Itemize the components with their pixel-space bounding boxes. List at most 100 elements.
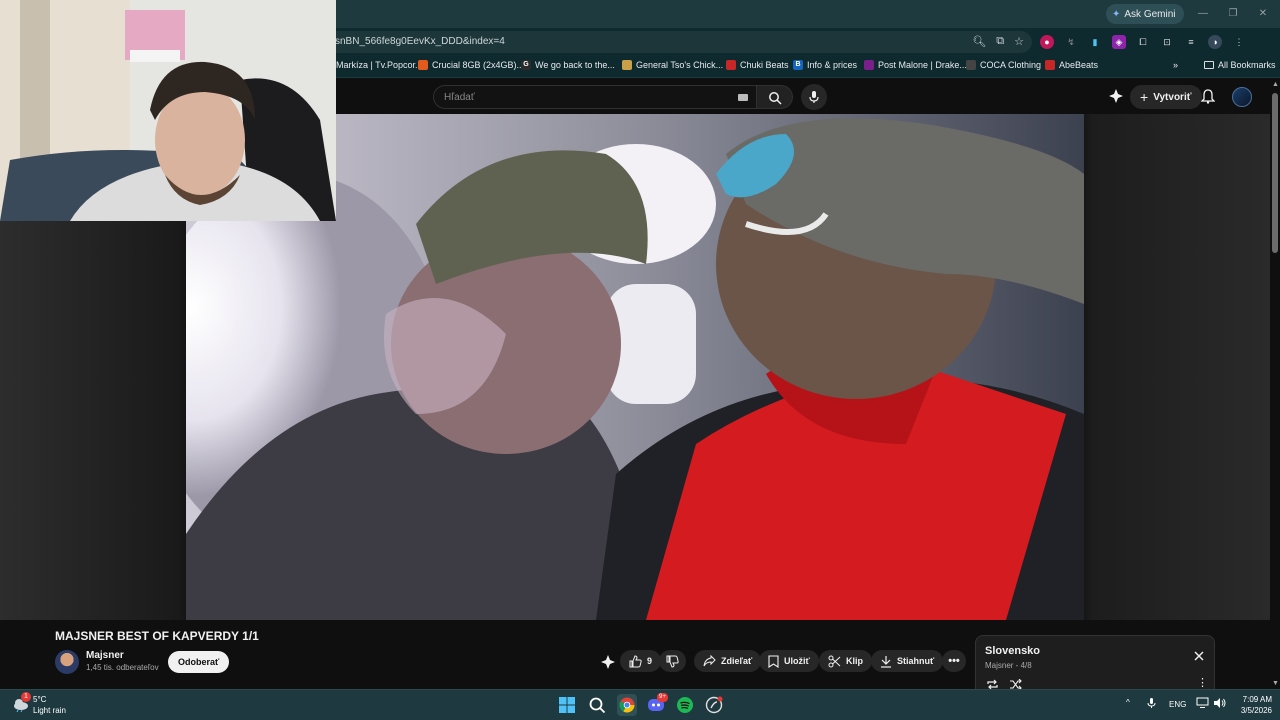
channel-avatar[interactable] <box>55 650 79 674</box>
more-bookmarks-icon[interactable]: » <box>1173 60 1178 70</box>
bookmark-item[interactable]: B Info & prices <box>793 60 857 70</box>
close-window-icon[interactable]: ✕ <box>1248 0 1278 28</box>
clock-date: 3/5/2026 <box>1240 706 1272 715</box>
extensions-puzzle-icon[interactable]: ⧠ <box>1136 35 1150 49</box>
account-avatar[interactable] <box>1232 87 1252 107</box>
bookmark-item[interactable]: Chuki Beats <box>726 60 789 70</box>
reading-list-icon[interactable]: ≡ <box>1184 35 1198 49</box>
extension-icon[interactable]: ↯ <box>1064 35 1078 49</box>
page-scrollbar[interactable]: ▲ ▼ <box>1270 79 1280 689</box>
system-clock[interactable]: 7:09 AM 3/5/2026 <box>1232 694 1272 716</box>
save-button[interactable]: Uložiť <box>759 650 819 672</box>
bookmark-label: Info & prices <box>807 60 858 70</box>
ask-gemini-label: Ask Gemini <box>1124 8 1176 20</box>
bookmark-label: Post Malone | Drake... <box>878 60 967 70</box>
search-placeholder: Hľadať <box>444 92 475 103</box>
like-button[interactable]: 9 <box>620 650 662 672</box>
minimize-icon[interactable]: — <box>1188 0 1218 28</box>
microphone-icon <box>809 91 819 103</box>
microphone-tray-icon[interactable] <box>1147 697 1156 711</box>
tab-search-icon[interactable]: ⊡ <box>1160 35 1174 49</box>
bookmark-label: Chuki Beats <box>740 60 789 70</box>
language-indicator[interactable]: ENG <box>1169 700 1186 709</box>
bookmark-label: General Tso's Chick... <box>636 60 724 70</box>
profile-avatar-icon[interactable]: ◑ <box>1208 35 1222 49</box>
address-bar-icons: 🔍︎ ⧉ ☆ <box>972 35 1024 48</box>
webcam-overlay <box>0 0 336 221</box>
bookmark-star-icon[interactable]: ☆ <box>1014 35 1024 48</box>
notifications-bell-icon[interactable] <box>1200 89 1216 109</box>
bookmark-item[interactable]: COCA Clothing <box>966 60 1041 70</box>
bookmark-label: We go back to the... <box>535 60 615 70</box>
playlist-menu-icon[interactable]: ⋮ <box>1197 676 1208 689</box>
bookmark-item[interactable]: G We go back to the... <box>521 60 615 70</box>
discord-badge: 9+ <box>657 693 668 702</box>
ai-sparkle-icon[interactable] <box>601 655 615 674</box>
playlist-title: Slovensko <box>985 645 1041 657</box>
download-icon <box>881 655 891 668</box>
bookmark-item[interactable]: Post Malone | Drake... <box>864 60 967 70</box>
url-text: ysnBN_566fe8g0EevKx_DDD&index=4 <box>330 36 505 47</box>
search-button[interactable] <box>757 85 793 109</box>
scroll-up-icon[interactable]: ▲ <box>1272 81 1279 88</box>
keyboard-icon[interactable] <box>738 94 748 101</box>
spotify-icon[interactable] <box>676 696 694 714</box>
network-icon[interactable] <box>1196 697 1209 711</box>
extension-icon[interactable]: ● <box>1040 35 1054 49</box>
bookmark-favicon-icon: B <box>793 60 803 70</box>
extension-icon[interactable]: ▮ <box>1088 35 1102 49</box>
webcam-image <box>0 0 336 221</box>
bookmark-item[interactable]: Crucial 8GB (2x4GB)... <box>418 60 524 70</box>
windows-taskbar: 1 5°C Light rain 9+ ^ ENG 7:09 AM 3/5/20… <box>0 689 1280 720</box>
address-bar[interactable]: ysnBN_566fe8g0EevKx_DDD&index=4 🔍︎ ⧉ ☆ <box>320 31 1032 53</box>
menu-kebab-icon[interactable]: ⋮ <box>1232 35 1246 49</box>
create-button[interactable]: + Vytvoriť <box>1130 85 1202 109</box>
folder-icon <box>1204 61 1214 69</box>
close-icon[interactable] <box>1194 648 1204 666</box>
search-input[interactable]: Hľadať <box>433 85 757 109</box>
extensions-bar: ● ↯ ▮ ◈ ⧠ ⊡ ≡ ◑ ⋮ <box>1040 35 1246 49</box>
taskbar-search-icon[interactable] <box>588 696 606 714</box>
share-label: Zdieľať <box>721 656 753 666</box>
thumbs-up-icon <box>629 654 642 667</box>
more-actions-button[interactable]: ••• <box>942 650 966 672</box>
extension-icon[interactable]: ◈ <box>1112 35 1126 49</box>
scroll-down-icon[interactable]: ▼ <box>1272 680 1279 687</box>
playlist-panel[interactable]: Slovensko Majsner - 4/8 ⋮ <box>975 635 1215 695</box>
voice-search-button[interactable] <box>801 84 827 110</box>
share-button[interactable]: Zdieľať <box>694 650 762 672</box>
subscribe-button[interactable]: Odoberať <box>168 651 230 673</box>
screen: ✦ Ask Gemini — ❐ ✕ ysnBN_566fe8g0EevKx_D… <box>0 0 1280 720</box>
bookmark-label: COCA Clothing <box>980 60 1042 70</box>
like-count: 9 <box>647 656 653 666</box>
chrome-icon <box>619 697 635 713</box>
dislike-button[interactable] <box>659 650 686 672</box>
ask-gemini-button[interactable]: ✦ Ask Gemini <box>1106 4 1184 24</box>
bookmark-item[interactable]: AbeBeats <box>1045 60 1098 70</box>
bookmark-favicon-icon <box>622 60 632 70</box>
search-icon <box>769 92 782 105</box>
google-icon: G <box>521 60 531 70</box>
ai-sparkle-icon[interactable] <box>1109 89 1123 108</box>
app-icon[interactable] <box>705 696 723 714</box>
zoom-icon[interactable]: 🔍︎ <box>972 35 986 48</box>
bookmark-favicon-icon <box>966 60 976 70</box>
share-icon <box>703 655 716 667</box>
scrollbar-thumb[interactable] <box>1272 93 1278 253</box>
chrome-taskbar-button[interactable] <box>617 694 637 716</box>
gemini-icon: ✦ <box>1112 8 1121 20</box>
channel-name[interactable]: Majsner <box>86 650 124 661</box>
all-bookmarks[interactable]: All Bookmarks <box>1204 60 1276 70</box>
bookmark-item[interactable]: Markíza | Tv.Popcor... <box>336 60 423 70</box>
video-title: MAJSNER BEST OF KAPVERDY 1/1 <box>55 629 259 643</box>
maximize-icon[interactable]: ❐ <box>1218 0 1248 28</box>
windows-start-icon[interactable] <box>558 696 576 714</box>
show-hidden-icons-icon[interactable]: ^ <box>1126 698 1130 707</box>
volume-icon[interactable] <box>1213 697 1226 711</box>
install-app-icon[interactable]: ⧉ <box>996 35 1004 48</box>
bookmark-item[interactable]: General Tso's Chick... <box>622 60 723 70</box>
clock-time: 7:09 AM <box>1242 695 1272 704</box>
download-button[interactable]: Stiahnuť <box>871 650 944 672</box>
clip-button[interactable]: Klip <box>819 650 872 672</box>
weather-widget[interactable]: 5°C Light rain <box>33 694 66 716</box>
